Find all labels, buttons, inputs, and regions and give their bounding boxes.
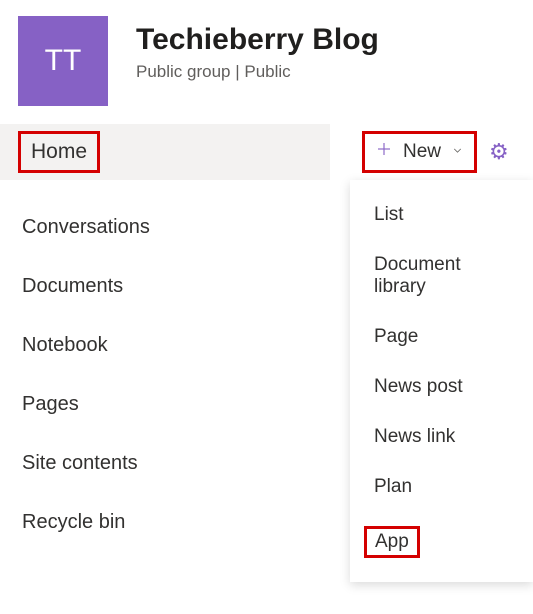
home-bar: Home [0,124,330,180]
gear-icon: ⚙ [489,139,509,164]
settings-button[interactable]: ⚙ [489,139,509,165]
sidebar: Home Conversations Documents Notebook Pa… [0,124,330,612]
new-page[interactable]: Page [350,312,533,362]
nav-list: Conversations Documents Notebook Pages S… [0,198,330,552]
site-logo-text: TT [45,44,82,78]
site-title[interactable]: Techieberry Blog [136,22,379,58]
plus-icon [375,140,393,164]
new-plan[interactable]: Plan [350,462,533,512]
right-column: New ⚙ List Document library Page News po… [330,124,533,612]
nav-documents[interactable]: Documents [22,257,330,316]
new-button[interactable]: New [362,131,477,173]
nav-notebook[interactable]: Notebook [22,316,330,375]
new-button-label: New [403,141,441,163]
content-row: Home Conversations Documents Notebook Pa… [0,124,533,612]
chevron-down-icon [451,141,464,163]
command-bar: New ⚙ [330,124,533,180]
site-header: TT Techieberry Blog Public group | Publi… [0,0,533,124]
new-app-label: App [364,526,420,558]
nav-recycle-bin[interactable]: Recycle bin [22,493,330,552]
new-news-post[interactable]: News post [350,362,533,412]
new-document-library[interactable]: Document library [350,240,533,312]
site-logo[interactable]: TT [18,16,108,106]
nav-site-contents[interactable]: Site contents [22,434,330,493]
site-info: Techieberry Blog Public group | Public [136,16,379,82]
nav-pages[interactable]: Pages [22,375,330,434]
nav-home[interactable]: Home [18,131,100,173]
new-dropdown: List Document library Page News post New… [350,180,533,582]
new-app[interactable]: App [350,512,533,572]
nav-conversations[interactable]: Conversations [22,198,330,257]
new-news-link[interactable]: News link [350,412,533,462]
new-list[interactable]: List [350,190,533,240]
site-subtitle: Public group | Public [136,62,379,82]
